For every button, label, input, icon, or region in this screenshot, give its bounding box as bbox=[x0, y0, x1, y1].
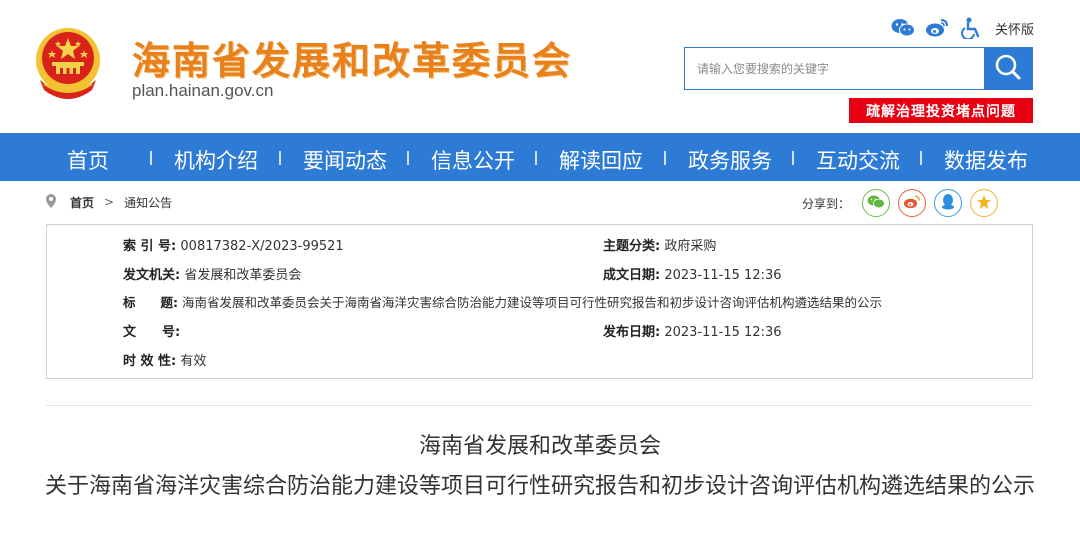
meta-pubdate-value: 2023-11-15 12:36 bbox=[664, 325, 782, 340]
share-bar: 分享到： bbox=[802, 189, 998, 217]
meta-date-label: 成文日期: bbox=[603, 268, 661, 283]
search-button[interactable] bbox=[984, 48, 1032, 89]
meta-topic-value: 政府采购 bbox=[664, 239, 717, 254]
breadcrumb-home[interactable]: 首页 bbox=[70, 194, 94, 211]
meta-validity-label: 时 效 性: bbox=[123, 354, 177, 369]
nav-item-about[interactable]: 机构介绍 bbox=[174, 145, 258, 175]
meta-docno: 文 号: bbox=[123, 321, 180, 340]
meta-date-value: 2023-11-15 12:36 bbox=[664, 268, 782, 283]
site-header: 海南省发展和改革委员会 plan.hainan.gov.cn 关怀版 请输入您要… bbox=[0, 0, 1080, 133]
article-org: 海南省发展和改革委员会 bbox=[418, 434, 661, 459]
national-emblem-icon bbox=[30, 24, 106, 104]
meta-issuer-label: 发文机关: bbox=[123, 268, 181, 283]
nav-item-data[interactable]: 数据发布 bbox=[944, 145, 1028, 175]
nav-separator bbox=[535, 151, 537, 165]
meta-issuer-value: 省发展和改革委员会 bbox=[184, 268, 302, 283]
meta-docno-label: 文 号: bbox=[123, 325, 181, 340]
investment-issues-banner[interactable]: 疏解治理投资堵点问题 bbox=[849, 98, 1033, 123]
share-wechat-button[interactable] bbox=[862, 189, 890, 217]
qq-icon bbox=[941, 193, 955, 213]
nav-separator bbox=[407, 151, 409, 165]
site-domain: plan.hainan.gov.cn bbox=[132, 81, 274, 100]
nav-item-services[interactable]: 政务服务 bbox=[688, 145, 772, 175]
nav-separator bbox=[792, 151, 794, 165]
share-label: 分享到： bbox=[801, 196, 850, 211]
search-bar bbox=[684, 47, 1033, 90]
nav-separator bbox=[150, 151, 152, 165]
search-icon bbox=[994, 53, 1022, 85]
wechat-icon[interactable] bbox=[891, 16, 915, 40]
share-weibo-button[interactable] bbox=[898, 189, 926, 217]
nav-separator bbox=[664, 151, 666, 165]
meta-title-label: 标 题: bbox=[123, 295, 178, 310]
meta-date: 成文日期: 2023-11-15 12:36 bbox=[603, 264, 782, 283]
nav-separator bbox=[920, 151, 922, 165]
star-icon bbox=[976, 194, 992, 213]
nav-item-news[interactable]: 要闻动态 bbox=[303, 145, 387, 175]
meta-validity-value: 有效 bbox=[180, 354, 207, 369]
meta-pubdate: 发布日期: 2023-11-15 12:36 bbox=[603, 321, 782, 340]
search-input[interactable] bbox=[685, 48, 984, 89]
nav-item-disclosure[interactable]: 信息公开 bbox=[431, 145, 515, 175]
wechat-icon bbox=[867, 194, 885, 213]
weibo-icon bbox=[903, 194, 921, 213]
meta-index-label: 索 引 号: bbox=[123, 239, 177, 254]
site-title[interactable]: 海南省发展和改革委员会 bbox=[132, 30, 572, 85]
meta-topic-label: 主题分类: bbox=[603, 239, 661, 254]
breadcrumb: 首页 > 通知公告 bbox=[46, 190, 172, 214]
content-divider bbox=[46, 405, 1033, 406]
header-tools: 关怀版 bbox=[891, 16, 1034, 40]
weibo-icon[interactable] bbox=[925, 16, 949, 40]
meta-index-value: 00817382-X/2023-99521 bbox=[180, 239, 344, 254]
main-nav: 首页 机构介绍 要闻动态 信息公开 解读回应 政务服务 互动交流 数据发布 bbox=[0, 133, 1080, 181]
breadcrumb-current[interactable]: 通知公告 bbox=[124, 194, 172, 211]
meta-issuer: 发文机关: 省发展和改革委员会 bbox=[123, 264, 301, 283]
share-qq-button[interactable] bbox=[934, 189, 962, 217]
nav-item-home[interactable]: 首页 bbox=[67, 145, 109, 175]
nav-item-interaction[interactable]: 互动交流 bbox=[816, 145, 900, 175]
meta-pubdate-label: 发布日期: bbox=[603, 325, 661, 340]
care-mode-link[interactable]: 关怀版 bbox=[995, 19, 1034, 38]
nav-item-interpretation[interactable]: 解读回应 bbox=[559, 145, 643, 175]
location-pin-icon bbox=[46, 193, 56, 211]
article-title: 关于海南省海洋灾害综合防治能力建设等项目可行性研究报告和初步设计咨询评估机构遴选… bbox=[44, 474, 1035, 499]
meta-index: 索 引 号: 00817382-X/2023-99521 bbox=[123, 235, 344, 254]
meta-validity: 时 效 性: 有效 bbox=[123, 350, 206, 369]
document-meta-box: 索 引 号: 00817382-X/2023-99521 主题分类: 政府采购 … bbox=[46, 224, 1033, 379]
meta-title-value: 海南省发展和改革委员会关于海南省海洋灾害综合防治能力建设等项目可行性研究报告和初… bbox=[181, 295, 882, 310]
chevron-right-icon: > bbox=[104, 195, 115, 209]
accessibility-icon[interactable] bbox=[959, 16, 983, 40]
share-qzone-button[interactable] bbox=[970, 189, 998, 217]
meta-title: 标 题: 海南省发展和改革委员会关于海南省海洋灾害综合防治能力建设等项目可行性研… bbox=[123, 292, 882, 311]
meta-topic: 主题分类: 政府采购 bbox=[603, 235, 716, 254]
nav-separator bbox=[279, 151, 281, 165]
